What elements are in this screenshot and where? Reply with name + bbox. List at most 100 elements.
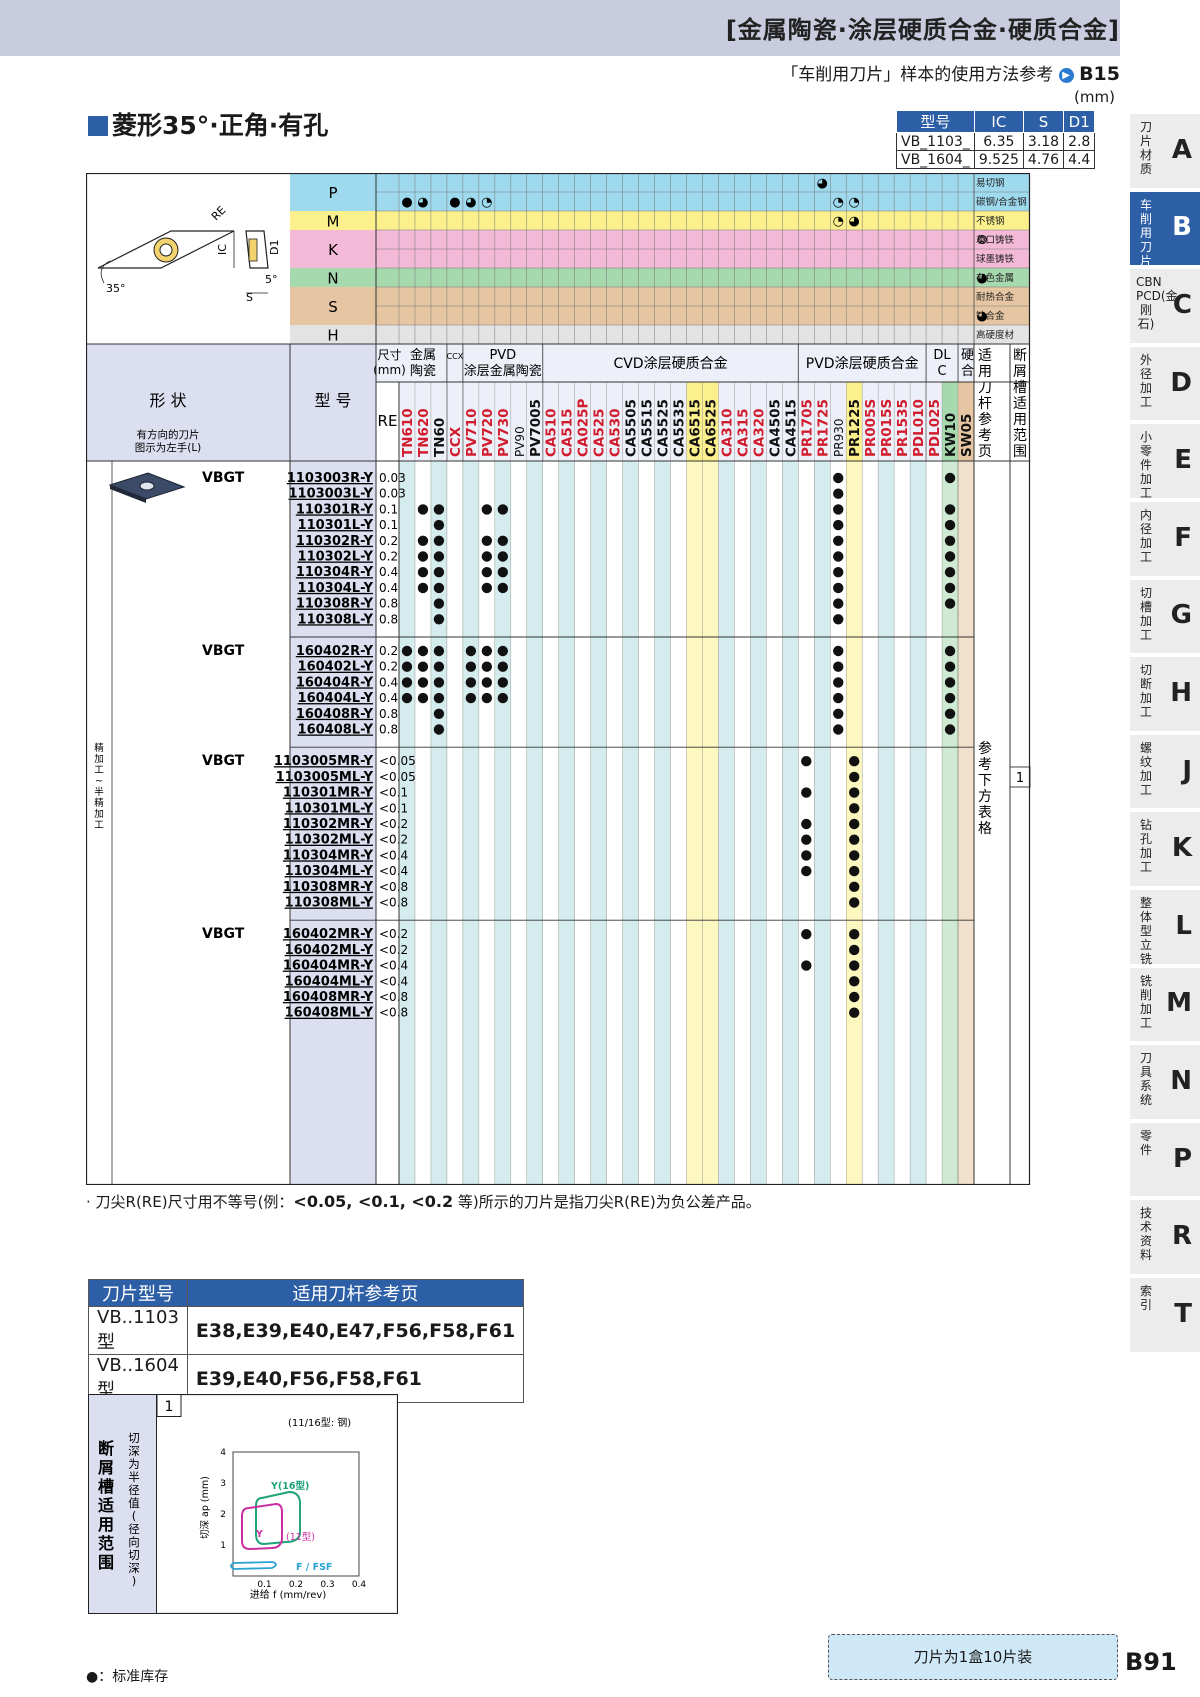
tab-r[interactable]: 技术资料 R	[1130, 1200, 1200, 1276]
tab-p[interactable]: 零件 P	[1130, 1122, 1200, 1199]
tab-b[interactable]: 车削用刀片 B	[1130, 191, 1200, 268]
stock-dot	[801, 960, 812, 971]
material-row-band	[376, 325, 1030, 344]
d1-label: D1	[268, 240, 281, 255]
grade-name-pv710: PV710	[464, 408, 480, 457]
grade-name-pdl025: PDL025	[927, 399, 943, 457]
material-label-S: S	[328, 298, 338, 316]
tab-c[interactable]: CBN PCD(金刚石) C	[1130, 269, 1200, 345]
holder-type: VB..1103型	[88, 1306, 188, 1355]
spec-header-1: IC	[973, 110, 1024, 133]
stock-dot	[849, 771, 860, 783]
stock-dot	[833, 488, 844, 499]
tab-a[interactable]: 刀片材质 A	[1130, 114, 1200, 190]
chip-label-y16: Y(16型)	[270, 1480, 309, 1492]
stock-dot	[944, 504, 956, 515]
material-mark: ◕	[817, 176, 828, 191]
stock-dot	[801, 850, 812, 861]
stock-dot	[465, 677, 477, 688]
material-row-band	[376, 211, 1030, 230]
footnote-text: · 刀尖R(RE)尺寸用不等号(例：	[86, 1193, 294, 1211]
spec-cell: 4.76	[1022, 150, 1065, 169]
tab-f[interactable]: 内径加工 F	[1130, 502, 1200, 578]
model-code: 110302L-Y	[298, 550, 374, 565]
arrow-right-icon: ▶	[1058, 67, 1074, 83]
model-code: 110301MR-Y	[283, 786, 374, 801]
chip-side-note: 半	[128, 1470, 140, 1484]
reference-page-link[interactable]: B15	[1079, 63, 1120, 85]
tab-t[interactable]: 索引 T	[1130, 1278, 1200, 1354]
re-value: 0.8	[379, 723, 398, 737]
tab-label: 技术资料	[1139, 1206, 1152, 1263]
grade-column-band	[638, 461, 655, 1185]
material-row-name: 易切钢	[976, 177, 1005, 189]
tab-h[interactable]: 切断加工 H	[1130, 657, 1200, 733]
model-code: 160404MR-Y	[283, 959, 374, 974]
grade-column-band	[558, 461, 575, 1185]
spec-cell: 2.8	[1063, 132, 1096, 151]
finish-label: 工	[94, 820, 104, 831]
tab-n[interactable]: 刀具系统 N	[1130, 1045, 1200, 1121]
see-table-note: 参	[978, 740, 992, 757]
unit-note: (mm)	[1074, 88, 1115, 106]
see-table-note: 格	[978, 821, 992, 837]
grade-name-ca320: CA320	[751, 408, 767, 457]
model-code: 160404R-Y	[296, 675, 374, 690]
table-row: VB_1604_ 9.525 4.76 4.4	[896, 150, 1096, 169]
stock-dot	[801, 929, 812, 940]
stock-dot	[401, 692, 413, 704]
material-mark: ●	[449, 195, 460, 210]
chip-side-note: )	[132, 1574, 137, 1588]
chip-side-note: 径	[128, 1483, 140, 1497]
model-code: 160408R-Y	[296, 707, 374, 722]
tab-k[interactable]: 钻孔加工 K	[1130, 812, 1200, 888]
tab-label: 车削用刀片	[1139, 197, 1152, 268]
stock-dot	[465, 692, 477, 704]
stock-dot	[481, 535, 493, 546]
group-header: 涂层金属陶瓷	[464, 363, 542, 379]
tab-label: CBN PCD(金刚石)	[1136, 275, 1178, 332]
model-code: 110301L-Y	[298, 518, 374, 533]
chip-ylabel: 切深 ap (mm)	[200, 1476, 211, 1539]
stock-dot	[433, 504, 445, 515]
grade-name-pv720: PV720	[480, 408, 496, 457]
stock-dot	[417, 551, 429, 562]
chip-plot-area	[232, 1451, 360, 1577]
stock-dot	[481, 504, 493, 515]
finish-label: ~	[95, 776, 103, 787]
chip-num: 1	[165, 1399, 174, 1415]
re-value: <0.8	[379, 880, 408, 894]
chip-xtick: 0.1	[257, 1580, 271, 1590]
tab-j[interactable]: 螺纹加工 J	[1130, 734, 1200, 811]
material-mark: ◕	[976, 271, 987, 286]
stock-dot	[801, 818, 812, 830]
stock-dot	[417, 645, 429, 657]
model-code: 110302ML-Y	[285, 833, 374, 848]
grade-name-pr1225: PR1225	[847, 399, 863, 457]
tab-d[interactable]: 外径加工 D	[1130, 346, 1200, 423]
grade-selection-grid: 35°ICRED15°SP易切钢碳钢/合金钢M 不锈钢K灰口铸铁球墨铸铁N 有色金属…	[86, 173, 1031, 1185]
shape-note: 图示为左手(L)	[135, 441, 202, 454]
tab-label: 内径加工	[1139, 508, 1152, 564]
grade-column-band	[542, 461, 559, 1185]
tab-m[interactable]: 铣削加工 M	[1130, 967, 1200, 1044]
stock-dot	[801, 756, 812, 767]
tab-g[interactable]: 切槽加工 G	[1130, 579, 1200, 656]
tab-letter: T	[1174, 1298, 1192, 1329]
grade-name-ca315: CA315	[735, 408, 751, 457]
section-title: 菱形35°·正角·有孔	[88, 106, 328, 142]
re-value: 0.4	[379, 691, 398, 705]
holder-ref-header: 页	[978, 444, 992, 460]
stock-dot	[481, 677, 493, 688]
tab-e[interactable]: 小零件加工 E	[1130, 424, 1200, 500]
re-value: <0.1	[379, 786, 408, 800]
grade-name-ca5535: CA5535	[672, 399, 688, 457]
holder-pages-link[interactable]: E38,E39,E40,E47,F56,F58,F61	[186, 1306, 525, 1355]
chip-title: 断	[98, 1439, 114, 1458]
tab-l[interactable]: 整体型立铣刀L	[1130, 890, 1200, 980]
material-mark: ◔	[849, 195, 860, 210]
stock-dot	[433, 567, 445, 578]
grade-column-band	[462, 461, 479, 1185]
material-label-K: K	[328, 241, 339, 259]
tab-label: 刀片材质	[1139, 120, 1152, 176]
